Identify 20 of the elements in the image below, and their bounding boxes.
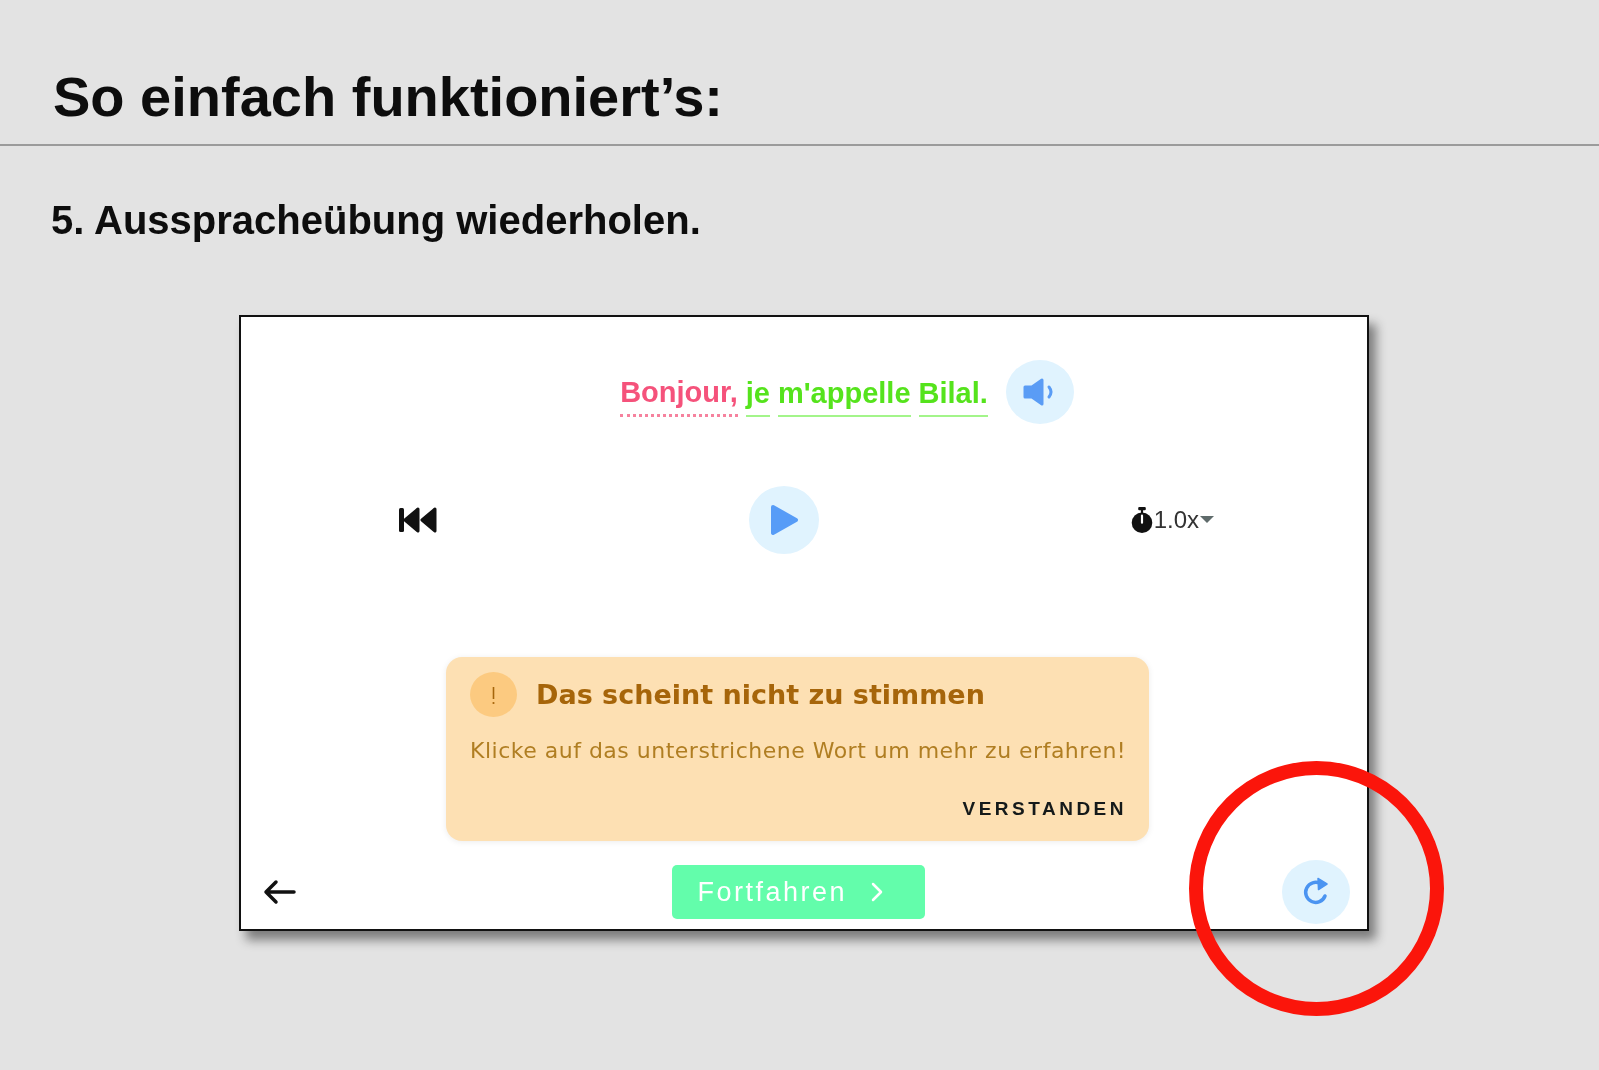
stopwatch-icon: [1130, 507, 1153, 533]
skip-back-icon: [398, 506, 438, 534]
sentence-word[interactable]: m'appelle: [777, 378, 911, 417]
back-button[interactable]: [262, 879, 296, 905]
skip-back-button[interactable]: [398, 506, 438, 534]
speed-dropdown[interactable]: 1.0x: [1130, 507, 1214, 533]
sentence-word[interactable]: Bonjour,: [620, 377, 738, 417]
play-icon: [769, 504, 800, 536]
arrow-left-icon: [262, 879, 296, 905]
page-heading: So einfach funktioniert’s:: [53, 69, 723, 125]
caret-icon: [1200, 516, 1214, 524]
dismiss-button[interactable]: VERSTANDEN: [962, 799, 1127, 818]
sentence-word[interactable]: je: [745, 378, 770, 417]
step-title: 5. Ausspracheübung wiederholen.: [51, 200, 701, 240]
continue-button[interactable]: Fortfahren: [671, 865, 925, 919]
sentence-word[interactable]: Bilal.: [918, 378, 988, 417]
alert-title: Das scheint nicht zu stimmen: [536, 681, 985, 708]
chevron-right-icon: [871, 882, 884, 902]
alert-message: Klicke auf das unterstrichene Wort um mehr zu erfahren!: [470, 740, 1127, 762]
warning-icon: [470, 672, 517, 717]
